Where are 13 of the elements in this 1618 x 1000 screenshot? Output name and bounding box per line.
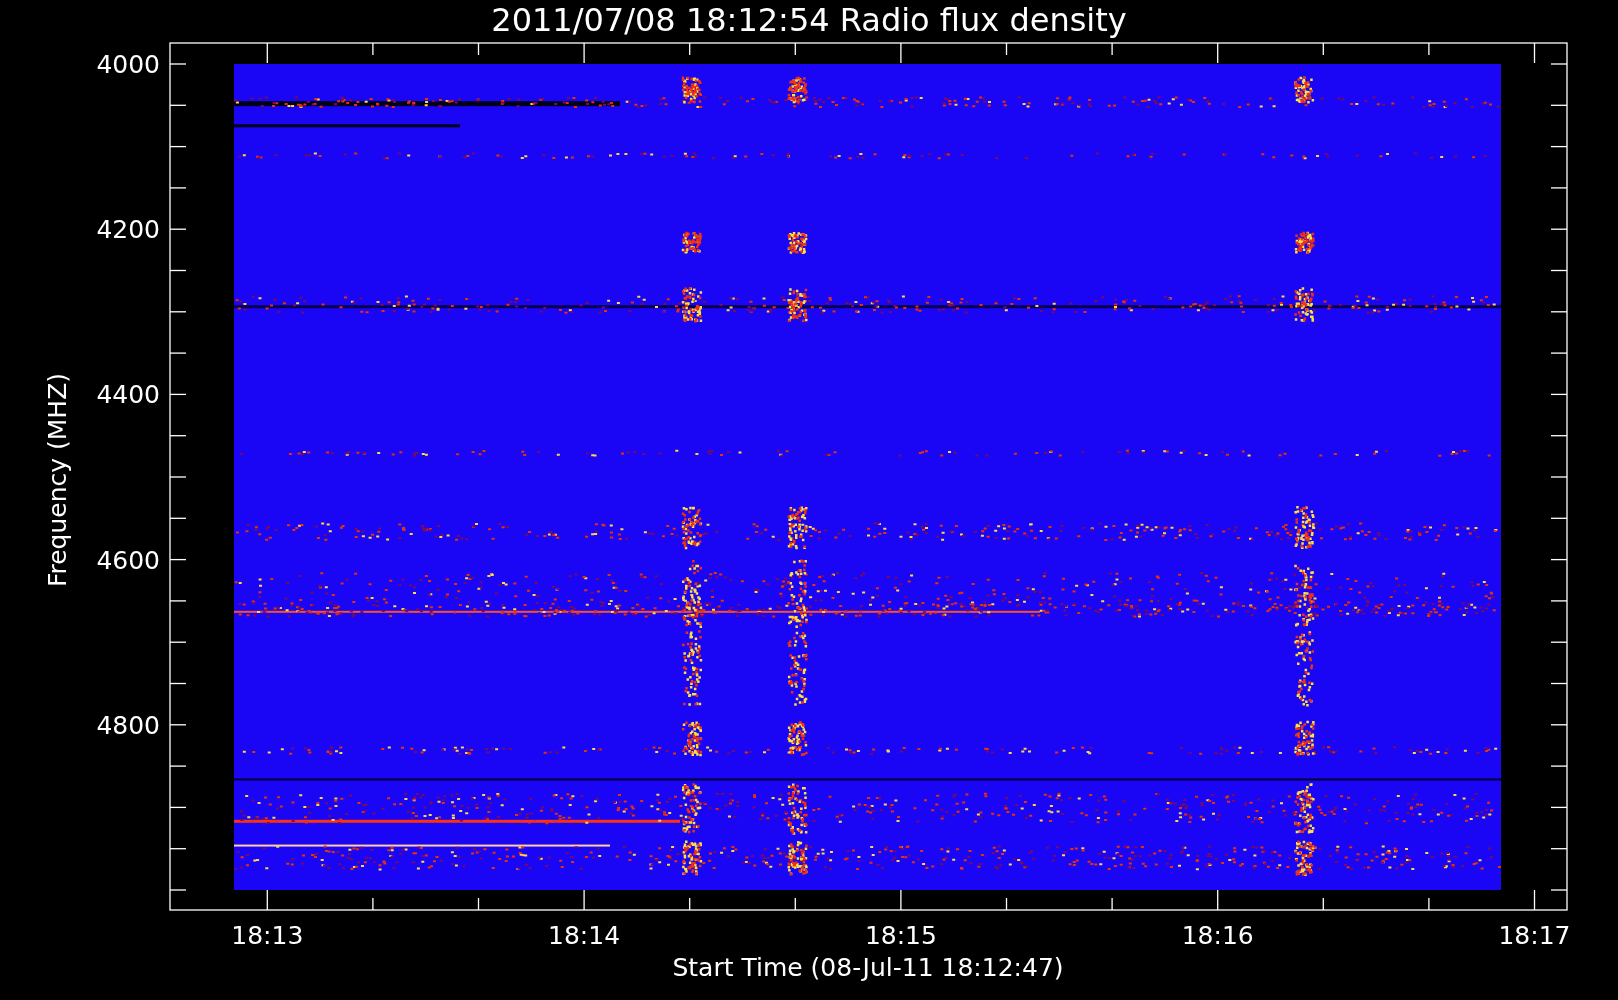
y-tick-label: 4400 [96, 380, 160, 410]
x-tick-label: 18:16 [1181, 921, 1254, 950]
y-axis-label: Frequency (MHZ) [43, 372, 72, 588]
x-axis-label: Start Time (08-Jul-11 18:12:47) [672, 953, 1064, 982]
x-tick-label: 18:14 [548, 921, 621, 950]
y-tick-label: 4600 [96, 545, 160, 575]
x-tick-label: 18:17 [1498, 921, 1571, 950]
x-tick-label: 18:13 [231, 921, 304, 950]
y-tick-label: 4000 [96, 50, 160, 79]
y-tick-label: 4200 [96, 215, 160, 245]
y-tick-label: 4800 [96, 710, 160, 740]
x-tick-label: 18:15 [864, 921, 937, 950]
chart-title: 2011/07/08 18:12:54 Radio flux density [491, 1, 1127, 39]
